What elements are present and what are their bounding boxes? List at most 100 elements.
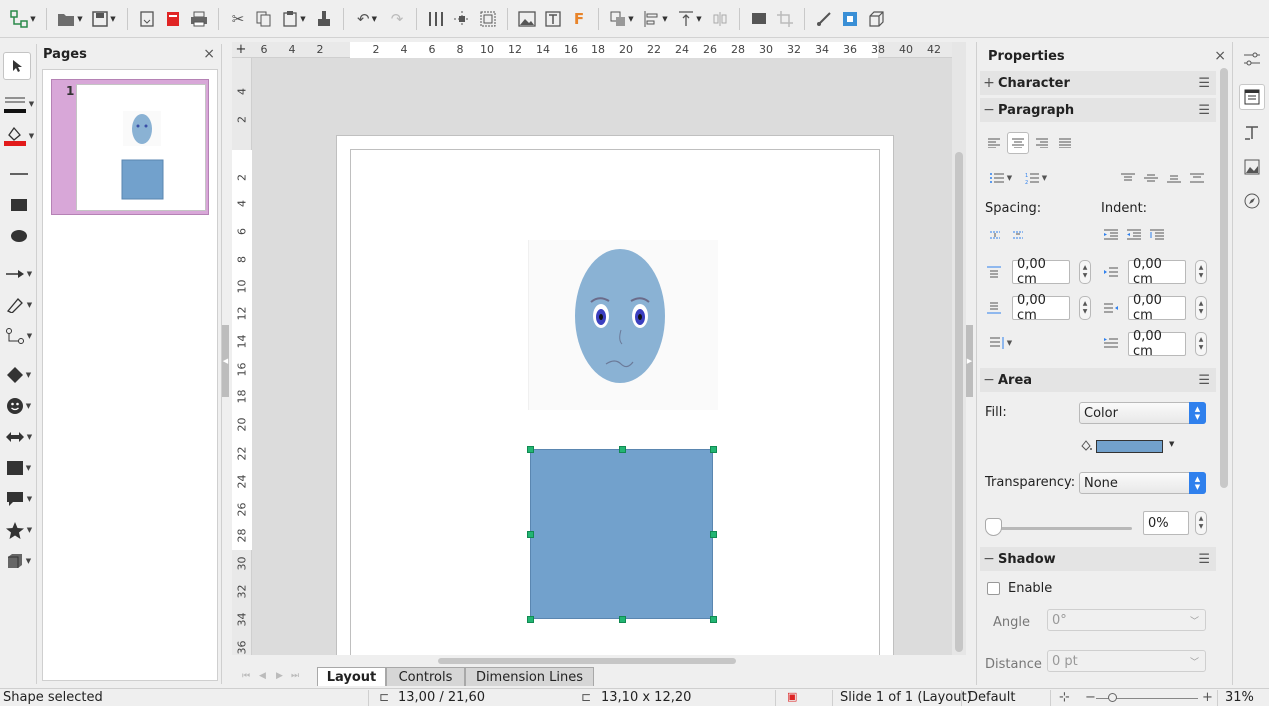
resize-handle-sw[interactable] [527, 616, 534, 623]
print-icon[interactable] [186, 6, 212, 32]
fill-type-dropdown-icon[interactable]: ▲ ▼ [1189, 402, 1206, 424]
below-spacing-spin-button[interactable]: ▲ ▼ [1079, 296, 1091, 320]
zoom-in-icon[interactable]: + [1202, 690, 1213, 705]
document-modified-icon[interactable]: ▣ [787, 690, 797, 703]
sidebar-settings-icon[interactable] [1239, 46, 1265, 72]
open-icon[interactable]: ▼ [53, 6, 87, 32]
line-tool-icon[interactable] [2, 160, 36, 188]
properties-scrollbar-thumb[interactable] [1220, 68, 1228, 488]
shadow-icon[interactable] [746, 6, 772, 32]
last-tab-icon[interactable]: ⏭ [291, 671, 299, 681]
vertical-ruler[interactable]: 4 2 2 4 6 8 10 12 14 16 18 20 22 24 26 28 30 32 34 36 [232, 58, 252, 656]
resize-handle-s[interactable] [619, 616, 626, 623]
fill-type-select[interactable]: Color ▲ ▼ [1079, 402, 1206, 424]
stars-icon[interactable]: ▼ [2, 516, 36, 544]
clone-formatting-icon[interactable] [311, 6, 337, 32]
increase-spacing-icon[interactable] [985, 225, 1005, 245]
tab-dimension-lines[interactable]: Dimension Lines [465, 667, 594, 686]
area-section-header[interactable]: − Area ☰ [980, 368, 1216, 392]
lines-arrows-icon[interactable]: ▼ [2, 260, 36, 288]
bullets-list-icon[interactable]: ▼ [986, 168, 1016, 188]
zoom-pan-icon[interactable] [475, 6, 501, 32]
rectangle-tool-icon[interactable] [2, 191, 36, 219]
status-master-slide[interactable]: Default [968, 690, 1016, 705]
align-right-icon[interactable] [1032, 133, 1052, 153]
fill-color-dropdown-icon[interactable]: ▼ [1169, 440, 1174, 448]
shadow-section-header[interactable]: − Shadow ☰ [980, 547, 1216, 571]
below-paragraph-spacing-field[interactable]: 0,00 cm [1012, 293, 1070, 323]
undo-icon[interactable]: ↶ ▼ [350, 6, 384, 32]
zoom-slider-thumb[interactable] [1108, 693, 1117, 702]
sidebar-styles-icon[interactable] [1239, 120, 1265, 146]
sidebar-navigator-icon[interactable] [1239, 188, 1265, 214]
section-menu-icon[interactable]: ☰ [1198, 103, 1210, 118]
after-text-indent-field[interactable]: 0,00 cm [1128, 293, 1186, 323]
flowchart-icon[interactable]: ▼ [2, 454, 36, 482]
export-icon[interactable] [134, 6, 160, 32]
curves-icon[interactable]: ▼ [2, 291, 36, 319]
vertical-scrollbar-thumb[interactable] [955, 152, 963, 652]
distribute-icon[interactable] [707, 6, 733, 32]
decrease-spacing-icon[interactable] [1008, 225, 1028, 245]
export-pdf-icon[interactable] [160, 6, 186, 32]
ellipse-tool-icon[interactable] [2, 222, 36, 250]
transparency-percent-field[interactable]: 0% [1143, 511, 1189, 535]
slide-thumbnail[interactable]: 1 [51, 79, 209, 215]
save-icon[interactable]: ▼ [87, 6, 121, 32]
tab-controls[interactable]: Controls [386, 667, 465, 686]
prev-tab-icon[interactable]: ◀ [259, 671, 266, 681]
pages-panel-splitter[interactable]: ◀ [222, 325, 229, 397]
paragraph-section-header[interactable]: − Paragraph ☰ [980, 98, 1216, 122]
fontwork-icon[interactable]: F [566, 6, 592, 32]
grid-icon[interactable] [423, 6, 449, 32]
arrange-icon[interactable]: ▼ [673, 6, 707, 32]
transformations-icon[interactable]: ▼ [605, 6, 639, 32]
fit-slide-icon[interactable]: ⊹ [1059, 690, 1070, 705]
points-icon[interactable] [811, 6, 837, 32]
fill-color-swatch[interactable] [1096, 440, 1163, 453]
selected-rectangle-shape[interactable] [530, 449, 713, 619]
first-line-indent-field[interactable]: 0,00 cm [1128, 329, 1186, 359]
section-menu-icon[interactable]: ☰ [1198, 373, 1210, 388]
line-color-icon[interactable]: ▼ [2, 90, 36, 118]
resize-handle-se[interactable] [710, 616, 717, 623]
character-section-header[interactable]: + Character ☰ [980, 71, 1216, 95]
above-spacing-spin-button[interactable]: ▲ ▼ [1079, 260, 1091, 284]
next-tab-icon[interactable]: ▶ [276, 671, 283, 681]
transparency-slider-track[interactable] [987, 527, 1132, 530]
align-center-icon[interactable] [1007, 132, 1029, 154]
first-line-indent-spin-button[interactable]: ▲ ▼ [1195, 332, 1207, 356]
sidebar-properties-icon[interactable] [1239, 84, 1265, 110]
block-arrows-icon[interactable]: ▼ [2, 423, 36, 451]
callouts-icon[interactable]: ▼ [2, 485, 36, 513]
basic-shapes-icon[interactable]: ▼ [2, 361, 36, 389]
resize-handle-ne[interactable] [710, 446, 717, 453]
line-spacing-icon[interactable]: ▼ [986, 333, 1016, 353]
paste-icon[interactable]: ▼ [277, 6, 311, 32]
drawing-canvas[interactable] [252, 58, 952, 655]
align-baseline-icon[interactable] [1187, 168, 1207, 188]
properties-close-button[interactable]: × [1214, 48, 1226, 64]
align-top-icon[interactable] [1118, 168, 1138, 188]
status-zoom-level[interactable]: 31% [1225, 690, 1254, 705]
transparency-slider-thumb[interactable] [985, 518, 1002, 536]
3d-objects-icon[interactable]: ▼ [2, 547, 36, 575]
connectors-icon[interactable]: ▼ [2, 322, 36, 350]
align-justify-icon[interactable] [1055, 133, 1075, 153]
before-text-indent-field[interactable]: 0,00 cm [1128, 257, 1186, 287]
decrease-indent-icon[interactable] [1124, 225, 1144, 245]
tab-layout[interactable]: Layout [317, 667, 386, 686]
slide-layout-icon[interactable]: ▼ [6, 6, 40, 32]
horizontal-scrollbar-thumb[interactable] [438, 658, 736, 664]
increase-indent-icon[interactable] [1101, 225, 1121, 245]
cut-icon[interactable]: ✂ [225, 6, 251, 32]
textbox-icon[interactable] [540, 6, 566, 32]
sidebar-splitter[interactable]: ▶ [966, 325, 973, 397]
face-image[interactable] [528, 240, 718, 410]
zoom-out-icon[interactable]: − [1085, 690, 1096, 705]
section-menu-icon[interactable]: ☰ [1198, 552, 1210, 567]
above-paragraph-spacing-field[interactable]: 0,00 cm [1012, 257, 1070, 287]
align-icon[interactable]: ▼ [639, 6, 673, 32]
toggle-glue-icon[interactable] [837, 6, 863, 32]
align-middle-icon[interactable] [1141, 168, 1161, 188]
